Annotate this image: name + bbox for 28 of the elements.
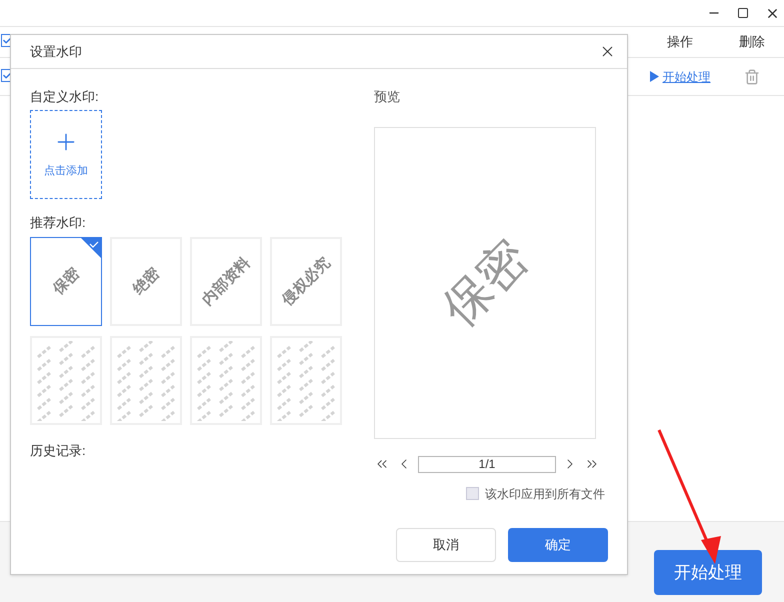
- checkbox[interactable]: [466, 487, 479, 500]
- confirm-button[interactable]: 确定: [508, 528, 608, 562]
- watermark-option[interactable]: 内部资料: [190, 237, 262, 326]
- watermark-option[interactable]: 绝密: [110, 237, 182, 326]
- column-header: 操作: [666, 33, 694, 52]
- watermark-option[interactable]: 侵权必究: [270, 237, 342, 326]
- page-indicator[interactable]: 1/1: [418, 456, 556, 472]
- section-label: 自定义水印:: [30, 88, 100, 105]
- section-label: 推荐水印:: [30, 214, 87, 231]
- start-link[interactable]: 开始处理: [662, 68, 710, 86]
- apply-all-label: 该水印应用到所有文件: [485, 486, 605, 502]
- add-watermark-button[interactable]: 点击添加: [30, 110, 102, 199]
- watermark-text: 侵权必究: [277, 252, 334, 311]
- watermark-text: 内部资料: [197, 252, 254, 311]
- delete-icon[interactable]: [744, 68, 760, 84]
- preview-label: 预览: [374, 88, 401, 106]
- watermark-option[interactable]: 保密: [30, 237, 102, 326]
- dialog-title: 设置水印: [30, 42, 82, 61]
- column-header: 删除: [738, 33, 766, 52]
- selected-corner-icon: [81, 238, 101, 258]
- section-label: 历史记录:: [30, 442, 87, 460]
- preview-watermark-text: 保密: [430, 228, 540, 338]
- maximize-icon[interactable]: [737, 7, 749, 19]
- watermark-text: 绝密: [128, 263, 164, 300]
- start-button[interactable]: 开始处理: [654, 550, 762, 595]
- cancel-button[interactable]: 取消: [396, 528, 496, 562]
- watermark-text: 保密: [48, 263, 84, 300]
- play-icon: [650, 71, 658, 82]
